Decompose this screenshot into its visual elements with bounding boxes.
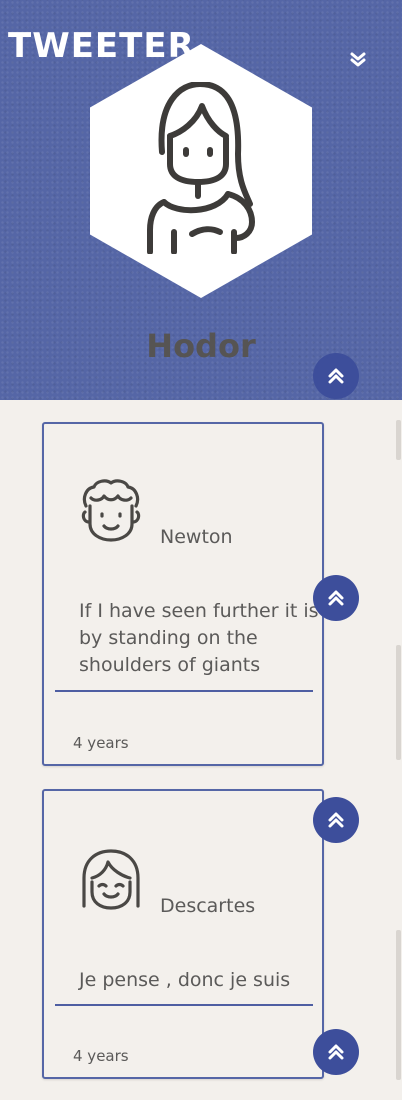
curly-hair-man-avatar-icon <box>81 479 141 542</box>
tweet-author[interactable]: Descartes <box>160 894 255 918</box>
double-chevron-up-icon <box>328 1044 344 1060</box>
scroll-top-button[interactable] <box>313 353 359 399</box>
double-chevron-up-icon <box>328 590 344 606</box>
tweet-card[interactable]: Descartes Je pense , donc je suis 4 year… <box>42 789 324 1079</box>
tweet-timestamp: 4 years <box>73 734 129 752</box>
tweet-author[interactable]: Newton <box>160 525 233 549</box>
tweet-card[interactable]: Newton If I have seen further it is by s… <box>42 422 324 766</box>
scroll-top-button[interactable] <box>313 797 359 843</box>
woman-avatar-icon <box>147 82 255 254</box>
tweet-text: Je pense , donc je suis <box>79 969 291 991</box>
tweet-timestamp: 4 years <box>73 1047 129 1065</box>
profile-header: TWEETER Hodor <box>0 0 402 400</box>
double-chevron-up-icon <box>328 368 344 384</box>
menu-toggle-button[interactable] <box>347 49 369 71</box>
tweet-text: If I have seen further it is by standing… <box>79 600 319 676</box>
scrollbar-segment[interactable] <box>396 420 401 460</box>
app-logo[interactable]: TWEETER <box>8 26 195 66</box>
profile-avatar-frame <box>90 44 312 298</box>
scroll-top-button[interactable] <box>313 575 359 621</box>
scroll-top-button[interactable] <box>313 1029 359 1075</box>
scrollbar-segment[interactable] <box>396 645 401 760</box>
tweet-divider <box>55 1004 313 1006</box>
scrollbar-segment[interactable] <box>396 930 401 1080</box>
double-chevron-down-icon <box>350 52 366 67</box>
smiling-woman-avatar-icon <box>82 849 140 910</box>
tweet-divider <box>55 690 313 692</box>
double-chevron-up-icon <box>328 812 344 828</box>
